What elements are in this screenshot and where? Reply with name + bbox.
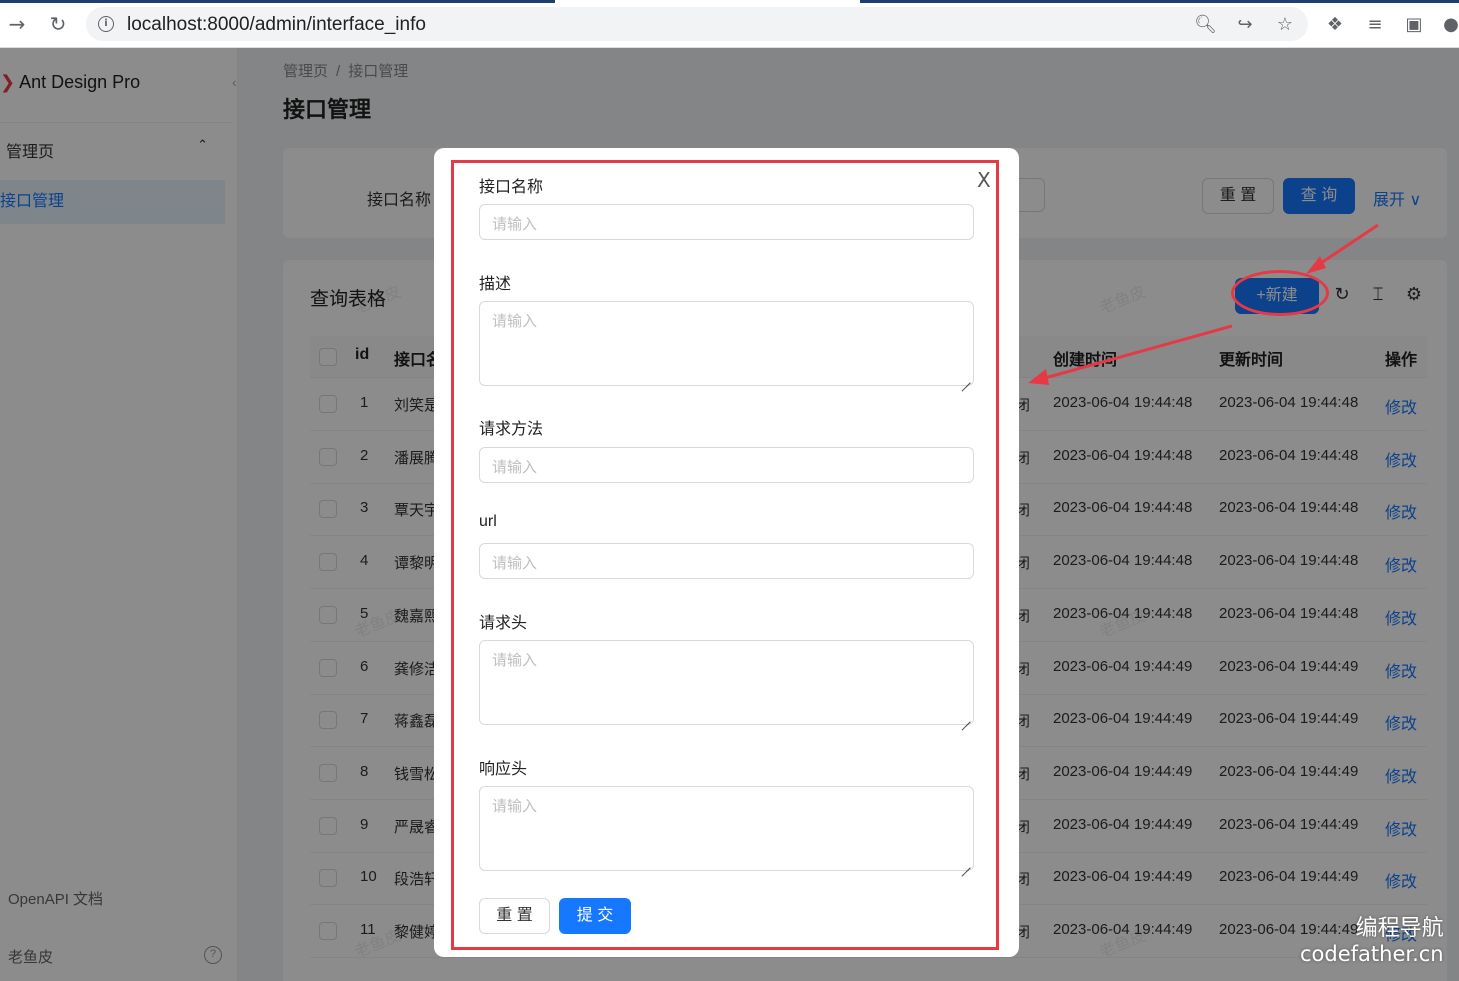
site-watermark: 编程导航 codefather.cn: [1300, 910, 1444, 966]
field-label-request-header: 请求头: [479, 615, 528, 632]
response-header-textarea[interactable]: 请输入: [479, 786, 974, 871]
close-icon[interactable]: X: [977, 168, 991, 192]
site-watermark-line2: codefather.cn: [1300, 942, 1444, 966]
form-reset-button[interactable]: 重 置: [479, 898, 550, 934]
request-header-textarea[interactable]: 请输入: [479, 640, 974, 725]
resize-handle-icon[interactable]: [961, 858, 971, 868]
create-interface-modal: X 接口名称 请输入 描述 请输入 请求方法 请输入 url 请输入 请求头 请…: [434, 148, 1019, 957]
method-input[interactable]: 请输入: [479, 447, 974, 483]
field-label-response-header: 响应头: [479, 761, 528, 778]
site-watermark-line1: 编程导航: [1355, 916, 1444, 941]
field-label-url: url: [479, 513, 497, 530]
resize-handle-icon[interactable]: [961, 712, 971, 722]
form-submit-button[interactable]: 提 交: [559, 898, 631, 934]
input-placeholder: 请输入: [492, 313, 538, 330]
input-placeholder: 请输入: [492, 216, 538, 233]
annotation-arrowhead: [1028, 369, 1049, 385]
input-placeholder: 请输入: [492, 459, 538, 476]
field-label-name: 接口名称: [479, 179, 544, 196]
annotation-arrow: [1317, 223, 1379, 267]
url-input[interactable]: 请输入: [479, 543, 974, 579]
resize-handle-icon[interactable]: [961, 373, 971, 383]
input-placeholder: 请输入: [492, 555, 538, 572]
annotation-arrow: [1044, 324, 1233, 380]
field-label-description: 描述: [479, 276, 512, 293]
name-input[interactable]: 请输入: [479, 204, 974, 240]
annotation-arrowhead: [1306, 256, 1326, 274]
input-placeholder: 请输入: [492, 652, 538, 669]
description-textarea[interactable]: 请输入: [479, 301, 974, 386]
input-placeholder: 请输入: [492, 798, 538, 815]
field-label-method: 请求方法: [479, 421, 544, 438]
